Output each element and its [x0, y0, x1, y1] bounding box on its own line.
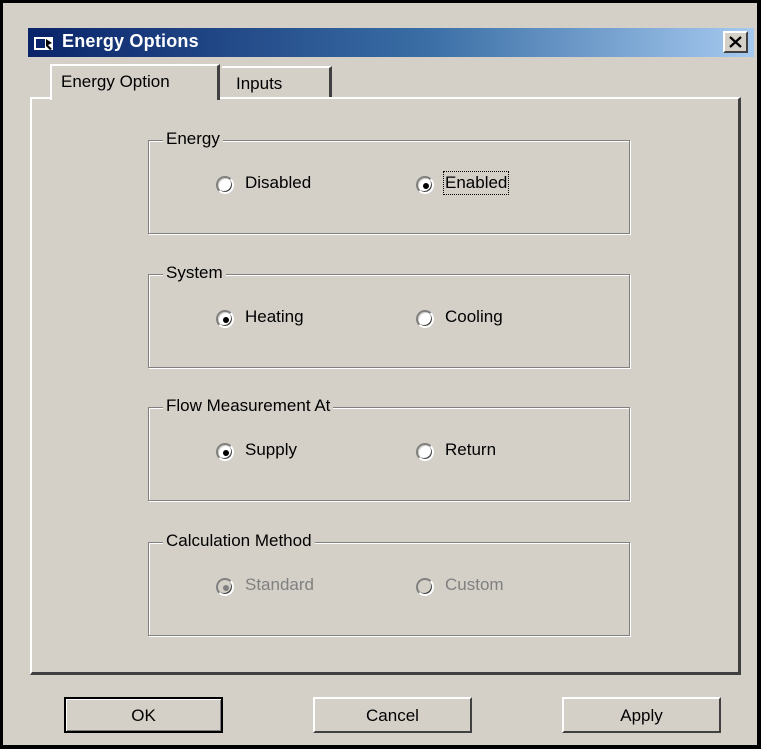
tab-inputs[interactable]: Inputs: [222, 66, 332, 98]
calculation-method-group-label: Calculation Method: [163, 531, 315, 551]
system-group-label: System: [163, 263, 226, 283]
cooling-radio-label: Cooling: [445, 307, 503, 326]
standard-radio-label: Standard: [245, 575, 314, 594]
radio-button-icon: [416, 310, 434, 328]
apply-button-label: Apply: [620, 706, 663, 725]
tab-energy-option-label: Energy Option: [61, 72, 170, 91]
radio-button-icon: [416, 443, 434, 461]
window-icon: [34, 33, 53, 50]
tab-energy-option[interactable]: Energy Option: [50, 64, 220, 100]
supply-radio-label: Supply: [245, 440, 297, 459]
calculation-method-group: Calculation Method Standard Custom: [148, 531, 630, 636]
radio-button-icon: [216, 176, 234, 194]
enabled-radio-label: Enabled: [442, 171, 510, 195]
flow-measurement-group: Flow Measurement At Supply Return: [148, 396, 630, 501]
system-group: System Heating Cooling: [148, 263, 630, 368]
ok-button[interactable]: OK: [64, 697, 223, 733]
tab-inputs-label: Inputs: [236, 74, 283, 93]
apply-button[interactable]: Apply: [562, 697, 721, 733]
energy-group: Energy Disabled Enabled: [148, 129, 630, 234]
dialog-window: Energy Options Energy Option Inputs Ener…: [0, 0, 761, 749]
cancel-button-label: Cancel: [366, 706, 419, 725]
radio-button-icon: [216, 310, 234, 328]
radio-button-icon: [416, 578, 434, 596]
window-title: Energy Options: [62, 31, 199, 51]
energy-group-label: Energy: [163, 129, 223, 149]
close-icon: [729, 36, 742, 48]
title-bar[interactable]: Energy Options: [28, 28, 754, 57]
radio-button-icon: [216, 443, 234, 461]
return-radio-label: Return: [445, 440, 497, 459]
flow-measurement-group-label: Flow Measurement At: [163, 396, 334, 416]
ok-button-label: OK: [131, 706, 156, 725]
custom-radio-label: Custom: [445, 575, 504, 594]
disabled-radio-label: Disabled: [245, 173, 312, 192]
close-button[interactable]: [723, 31, 748, 53]
radio-button-icon: [416, 176, 434, 194]
heating-radio-label: Heating: [245, 307, 304, 326]
cancel-button[interactable]: Cancel: [313, 697, 472, 733]
radio-button-icon: [216, 578, 234, 596]
